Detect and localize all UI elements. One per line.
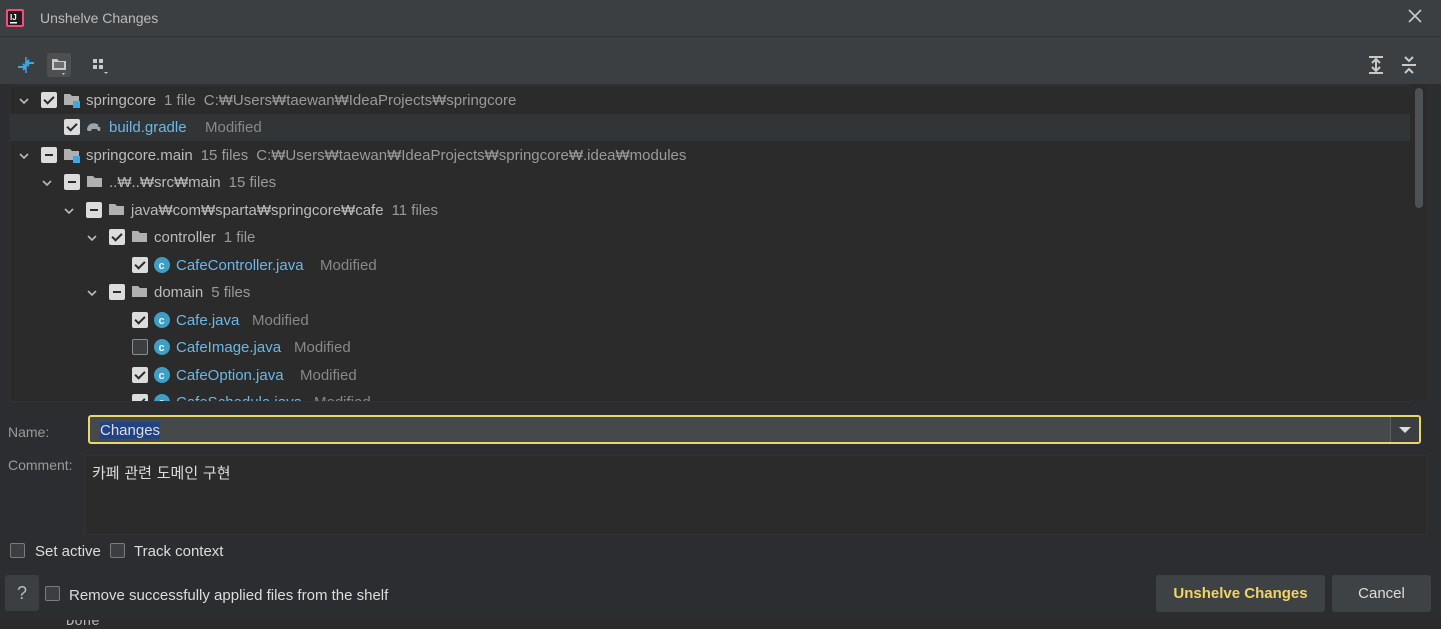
expand-all-icon[interactable] [1364,53,1388,77]
tree-row-folder-domain[interactable]: domain 5 files [10,279,1410,306]
file-status: Modified [314,394,371,401]
background-console: Done [0,620,1441,629]
svg-text:c: c [159,260,165,272]
checkbox[interactable] [109,229,125,245]
svg-text:c: c [159,397,165,402]
tree-row-file-cafecontroller[interactable]: c CafeController.java Modified [10,252,1410,279]
tree-row-label: domain 5 files [154,284,251,301]
chevron-down-icon[interactable] [86,232,98,244]
tree-row-module-springcore-main[interactable]: springcore.main 15 files C:₩Users₩taewan₩I… [10,142,1410,169]
checkbox[interactable] [41,92,57,108]
tree-row-label: controller 1 file [154,229,256,246]
checkbox[interactable] [109,284,125,300]
folder-icon [132,286,147,297]
name-input-value[interactable]: Changes [100,422,161,439]
intellij-app-icon: IJ [6,9,24,27]
checkbox[interactable] [132,367,148,383]
file-name: CafeOption.java [176,367,284,384]
file-name: Cafe.java [176,312,240,329]
comment-textarea[interactable]: 카페 관련 도메인 구현 [84,455,1427,535]
set-active-label[interactable]: Set active [35,543,101,560]
file-name: CafeSchedule.java [176,394,302,401]
file-status: Modified [320,257,377,274]
name-label: Name: [8,424,50,440]
comment-label: Comment: [8,457,73,473]
tree-row-folder-controller[interactable]: controller 1 file [10,224,1410,251]
file-status: Modified [294,339,351,356]
background-console-text: Done [66,620,100,629]
svg-text:c: c [159,370,165,382]
file-name: CafeController.java [176,257,304,274]
tree-row-file-cafeimage[interactable]: c CafeImage.java Modified [10,334,1410,361]
tree-row-label: java₩com₩sparta₩springcore₩cafe 11 files [131,202,438,219]
tree-toolbar [0,37,1441,84]
file-status: Modified [205,119,262,136]
tree-row-label: springcore.main 15 files C:₩Users₩taewan₩I… [86,147,687,164]
checkbox[interactable] [132,257,148,273]
tree-row-label: springcore 1 file C:₩Users₩taewan₩IdeaProj… [86,92,517,109]
remove-applied-label[interactable]: Remove successfully applied files from t… [69,587,388,604]
checkbox[interactable] [132,394,148,401]
chevron-down-icon[interactable] [18,95,30,107]
merge-arrows-icon[interactable] [14,53,38,77]
track-context-checkbox[interactable] [110,543,125,558]
comment-text[interactable]: 카페 관련 도메인 구현 [92,462,231,483]
tree-row-file-cafeoption[interactable]: c CafeOption.java Modified [10,362,1410,389]
chevron-down-icon[interactable] [86,287,98,299]
set-active-checkbox[interactable] [10,543,25,558]
name-dropdown-button[interactable] [1390,417,1419,442]
java-class-icon: c [154,367,170,383]
checkbox[interactable] [41,147,57,163]
tree-row-file-cafeschedule[interactable]: c CafeSchedule.java Modified [10,389,1410,402]
chevron-down-icon[interactable] [41,177,53,189]
folder-icon [132,231,147,242]
file-status: Modified [252,312,309,329]
java-class-icon: c [154,312,170,328]
checkbox[interactable] [64,119,80,135]
file-name: build.gradle [109,119,187,136]
folder-icon [109,204,124,215]
module-folder-icon [64,149,80,163]
checkbox[interactable] [132,312,148,328]
tree-row-module-springcore[interactable]: springcore 1 file C:₩Users₩taewan₩IdeaProj… [10,87,1410,114]
layout-options-icon[interactable] [88,53,112,77]
name-combobox[interactable]: Changes [88,415,1421,444]
tree-row-folder-cafe[interactable]: java₩com₩sparta₩springcore₩cafe 11 files [10,197,1410,224]
tree-row-label: ..₩..₩src₩main 15 files [109,174,277,191]
track-context-label[interactable]: Track context [134,543,223,560]
file-status: Modified [300,367,357,384]
gradle-elephant-icon [87,123,101,131]
file-name: CafeImage.java [176,339,282,356]
java-class-icon: c [154,339,170,355]
svg-text:c: c [159,342,165,354]
checkbox[interactable] [64,174,80,190]
tree-row-file-build-gradle[interactable]: build.gradle Modified [10,114,1410,141]
svg-text:IJ: IJ [10,13,17,22]
title-bar: IJ Unshelve Changes [0,0,1441,37]
java-class-icon: c [154,257,170,273]
checkbox[interactable] [132,339,148,355]
close-icon[interactable] [1407,8,1423,24]
tree-row-folder-src-main[interactable]: ..₩..₩src₩main 15 files [10,169,1410,196]
java-class-icon: c [154,394,170,402]
name-input[interactable]: Changes [100,422,161,439]
svg-text:c: c [159,315,165,327]
tree-row-file-cafe[interactable]: c Cafe.java Modified [10,307,1410,334]
group-by-folder-icon[interactable] [47,53,71,77]
scrollbar-thumb[interactable] [1415,88,1423,208]
dialog-title: Unshelve Changes [40,10,159,26]
chevron-down-icon [1399,427,1411,433]
module-folder-icon [64,94,80,108]
unshelve-changes-button[interactable]: Unshelve Changes [1156,575,1325,612]
folder-icon [87,176,102,187]
chevron-down-icon[interactable] [63,205,75,217]
chevron-down-icon[interactable] [18,150,30,162]
collapse-all-icon[interactable] [1397,53,1421,77]
help-button[interactable]: ? [5,575,39,611]
changes-tree[interactable]: springcore 1 file C:₩Users₩taewan₩IdeaProj… [9,85,1412,402]
checkbox[interactable] [86,202,102,218]
remove-applied-checkbox[interactable] [45,586,60,601]
cancel-button[interactable]: Cancel [1332,575,1431,612]
